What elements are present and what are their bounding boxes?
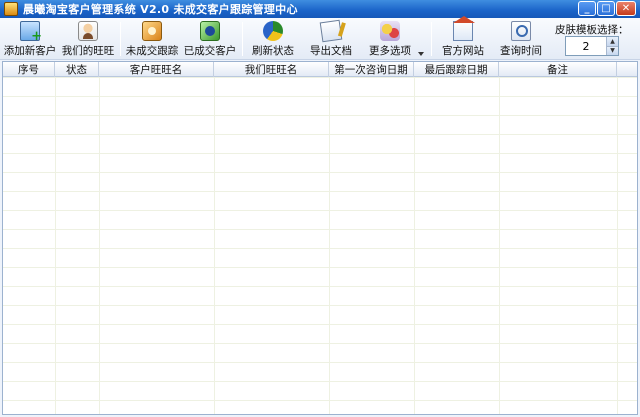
person-icon [78,21,98,41]
column-header-filler [617,62,637,77]
deal-icon [200,21,220,41]
window-controls: _ □ ✕ [578,1,636,16]
close-button[interactable]: ✕ [616,1,636,16]
spin-up-icon[interactable]: ▲ [607,37,618,46]
export-icon [319,19,343,43]
column-divider [414,77,415,414]
column-header-index[interactable]: 序号 [3,62,55,77]
app-window: 晨曦淘宝客户管理系统 V2.0 未成交客户跟踪管理中心 _ □ ✕ 添加新客户 … [0,0,640,417]
column-header-status[interactable]: 状态 [55,62,99,77]
add-customer-label: 添加新客户 [3,45,57,57]
refresh-icon [263,21,283,41]
column-divider [99,77,100,414]
toolbar-separator [431,22,432,56]
add-customer-button[interactable]: 添加新客户 [2,20,58,58]
more-options-icon [380,21,400,41]
our-wangwang-label: 我们的旺旺 [61,45,115,57]
export-document-label: 导出文档 [310,45,352,57]
window-title: 晨曦淘宝客户管理系统 V2.0 未成交客户跟踪管理中心 [23,3,298,16]
toolbar: 添加新客户 我们的旺旺 未成交跟踪 已成交客户 刷新状态 导出文档 更多选项 [0,16,640,60]
toolbar-separator [120,22,121,56]
column-divider [499,77,500,414]
customer-table[interactable]: 序号 状态 客户旺旺名 我们旺旺名 第一次咨询日期 最后跟踪日期 备注 [2,61,638,415]
track-icon [142,21,162,41]
spin-down-icon[interactable]: ▼ [607,45,618,55]
column-header-last-track-date[interactable]: 最后跟踪日期 [414,62,499,77]
table-header: 序号 状态 客户旺旺名 我们旺旺名 第一次咨询日期 最后跟踪日期 备注 [3,62,637,77]
toolbar-separator [242,22,243,56]
skin-selector-label: 皮肤模板选择： [555,24,629,36]
column-header-notes[interactable]: 备注 [499,62,617,77]
export-document-button[interactable]: 导出文档 [308,19,354,58]
our-wangwang-button[interactable]: 我们的旺旺 [60,20,116,58]
refresh-status-button[interactable]: 刷新状态 [250,20,296,58]
refresh-status-label: 刷新状态 [252,45,294,57]
unclosed-tracking-button[interactable]: 未成交跟踪 [124,20,180,58]
column-header-our-wangwang[interactable]: 我们旺旺名 [214,62,329,77]
minimize-button[interactable]: _ [578,1,596,16]
app-icon [4,2,18,16]
column-divider [55,77,56,414]
spinner-buttons: ▲ ▼ [606,37,618,55]
closed-customers-label: 已成交客户 [183,45,237,57]
more-options-button[interactable]: 更多选项 [367,20,413,58]
skin-selector-value[interactable]: 2 [566,37,606,55]
query-time-label: 查询时间 [500,45,542,57]
column-divider [214,77,215,414]
column-divider [617,77,618,414]
column-header-first-consult-date[interactable]: 第一次咨询日期 [329,62,414,77]
skin-selector-spinner[interactable]: 2 ▲ ▼ [565,36,619,56]
column-divider [329,77,330,414]
title-bar[interactable]: 晨曦淘宝客户管理系统 V2.0 未成交客户跟踪管理中心 _ □ ✕ [0,0,640,18]
more-options-dropdown-icon[interactable] [418,52,424,56]
more-options-label: 更多选项 [369,45,411,57]
home-icon [453,16,475,41]
unclosed-tracking-label: 未成交跟踪 [125,45,179,57]
search-time-icon [511,21,531,41]
official-website-label: 官方网站 [442,45,484,57]
column-header-customer-wangwang[interactable]: 客户旺旺名 [99,62,214,77]
query-time-button[interactable]: 查询时间 [498,20,544,58]
maximize-button[interactable]: □ [597,1,615,16]
add-customer-icon [20,21,42,44]
official-website-button[interactable]: 官方网站 [440,16,486,58]
closed-customers-button[interactable]: 已成交客户 [182,20,238,58]
